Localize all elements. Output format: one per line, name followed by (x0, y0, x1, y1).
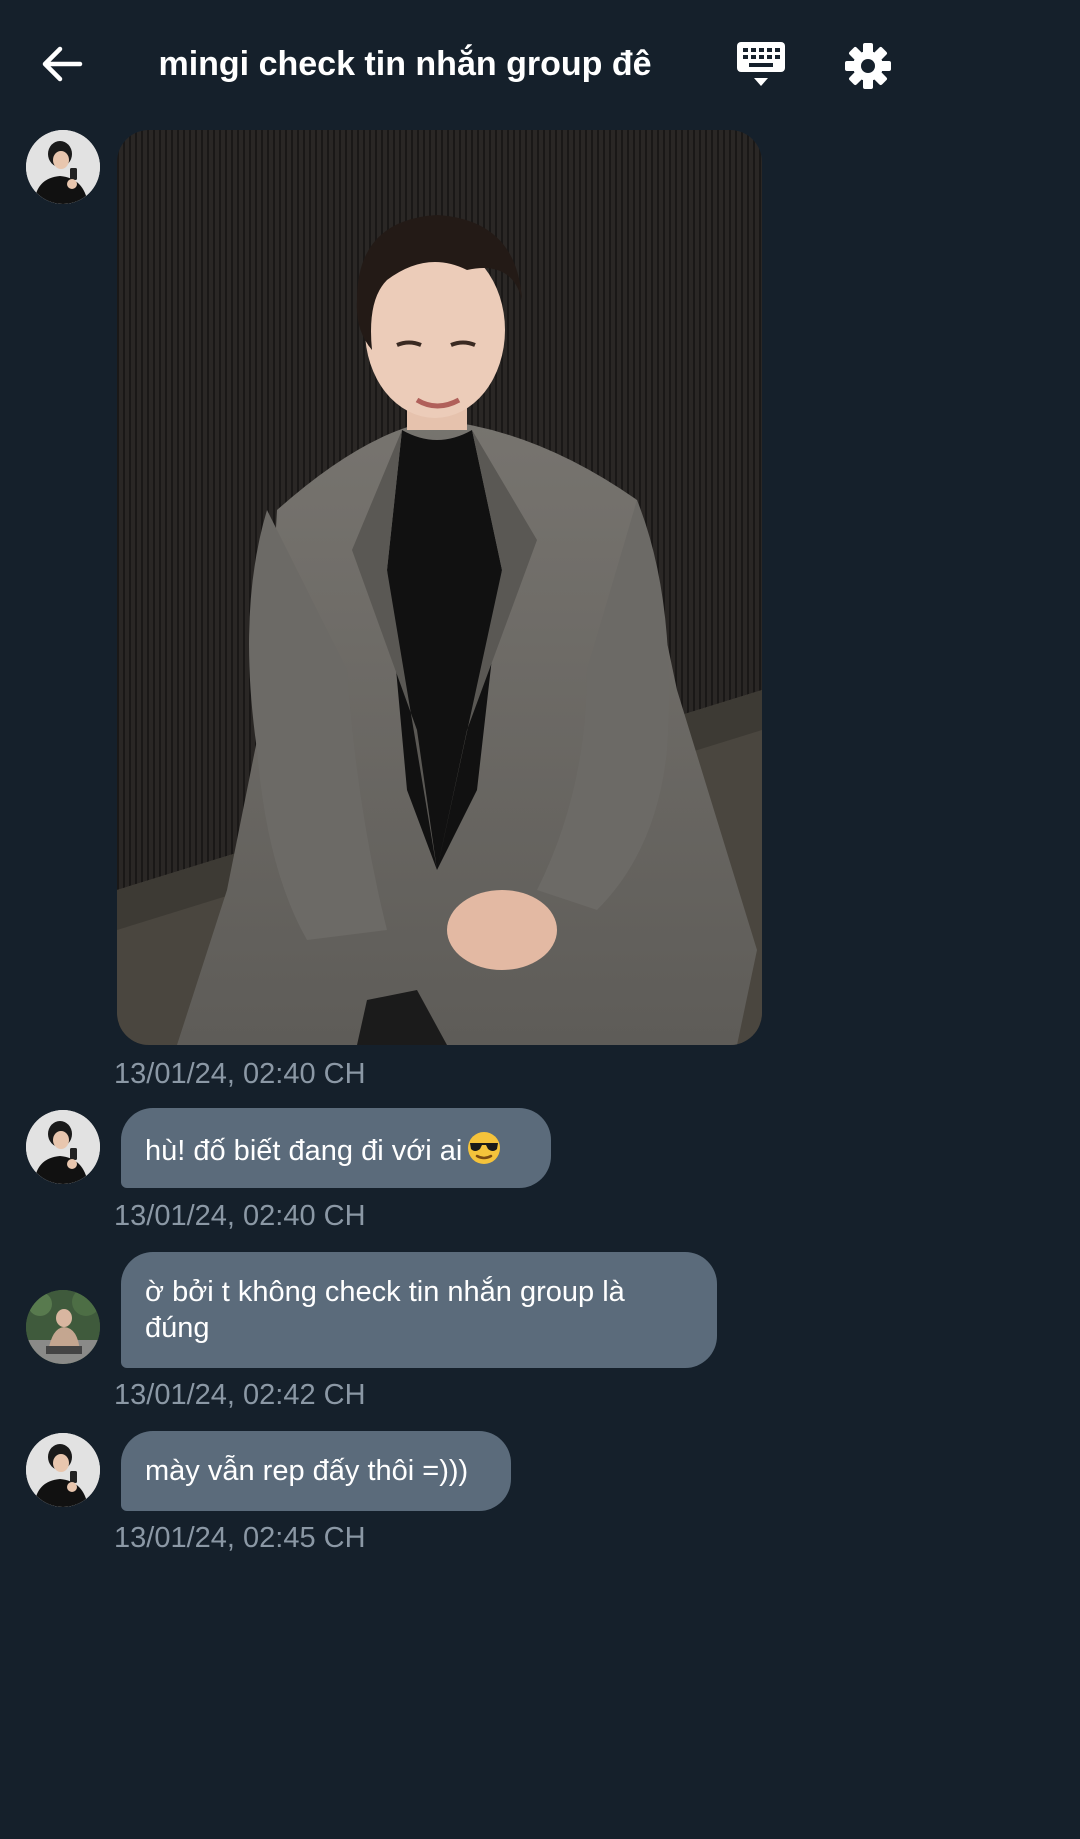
gear-icon (845, 43, 891, 89)
message-timestamp: 13/01/24, 02:40 CH (114, 1200, 366, 1232)
avatar-photo-icon (26, 1110, 100, 1184)
photo-image (117, 130, 762, 1045)
avatar-photo-icon (26, 1433, 100, 1507)
message-text: ờ bởi t không check tin nhắn group là đú… (145, 1276, 625, 1344)
conversation-title[interactable]: mingi check tin nhắn group đê (130, 40, 680, 88)
message-timestamp: 13/01/24, 02:40 CH (114, 1058, 366, 1090)
sender-avatar[interactable] (26, 130, 100, 204)
avatar-photo-icon (26, 1290, 100, 1364)
settings-button[interactable] (840, 38, 896, 94)
message-text: hù! đố biết đang đi với ai (145, 1135, 463, 1167)
keyboard-button[interactable] (734, 38, 788, 92)
sender-avatar[interactable] (26, 1290, 100, 1364)
top-bar: mingi check tin nhắn group đê (0, 0, 921, 128)
sender-avatar[interactable] (26, 1433, 100, 1507)
message-timestamp: 13/01/24, 02:45 CH (114, 1522, 366, 1554)
message-bubble[interactable]: hù! đố biết đang đi với ai (121, 1108, 551, 1188)
back-button[interactable] (36, 40, 88, 88)
sunglasses-emoji-icon (466, 1130, 502, 1175)
message-bubble[interactable]: mày vẫn rep đấy thôi =))) (121, 1431, 511, 1511)
sender-avatar[interactable] (26, 1110, 100, 1184)
avatar-photo-icon (26, 130, 100, 204)
shared-photo[interactable] (117, 130, 762, 1045)
keyboard-icon (737, 42, 785, 86)
message-timestamp: 13/01/24, 02:42 CH (114, 1379, 366, 1411)
arrow-left-icon (42, 46, 83, 82)
message-text: mày vẫn rep đấy thôi =))) (145, 1455, 469, 1487)
message-bubble[interactable]: ờ bởi t không check tin nhắn group là đú… (121, 1252, 717, 1368)
